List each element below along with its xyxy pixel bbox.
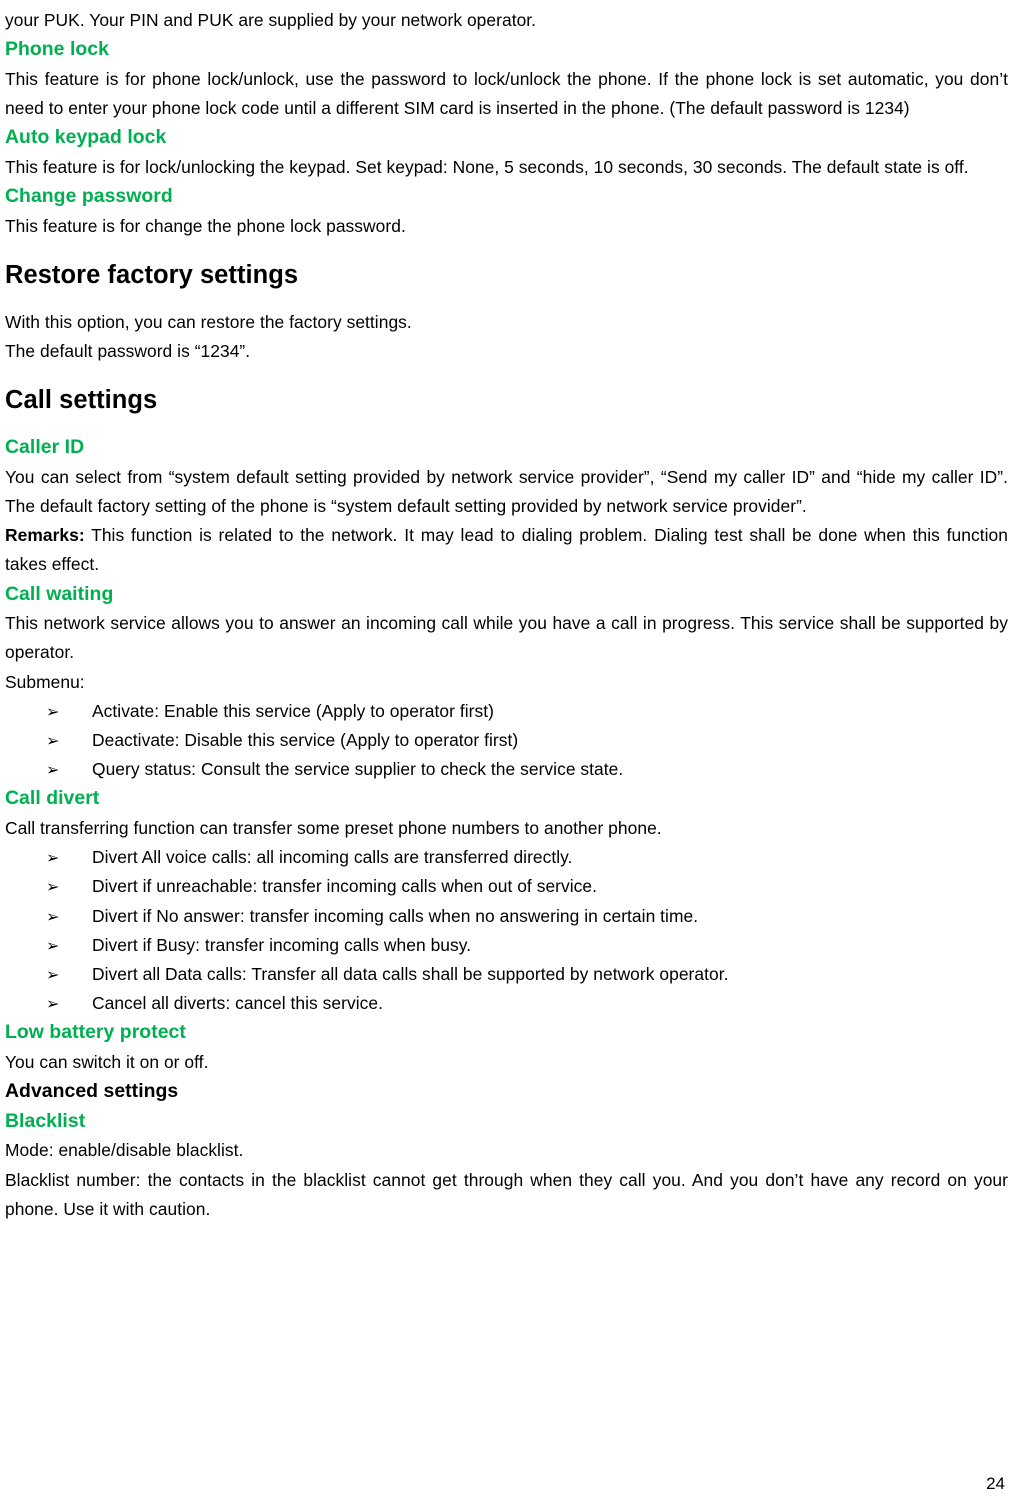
page-content: your PUK. Your PIN and PUK are supplied … <box>5 6 1008 1224</box>
remarks-label: Remarks: <box>5 525 85 546</box>
list-item-label: Divert All voice calls: all incoming cal… <box>92 847 573 868</box>
list-item-label: Deactivate: Disable this service (Apply … <box>92 730 519 751</box>
list-item: ➢ Divert if No answer: transfer incoming… <box>5 902 1008 931</box>
arrow-bullet-icon: ➢ <box>46 848 60 868</box>
arrow-bullet-icon: ➢ <box>46 906 60 926</box>
paragraph-blacklist-number: Blacklist number: the contacts in the bl… <box>5 1169 1008 1219</box>
heading-change-password: Change password <box>5 185 173 207</box>
paragraph-caller-id-remarks: Remarks: This function is related to the… <box>5 521 1008 579</box>
list-item: ➢ Deactivate: Disable this service (Appl… <box>5 726 1008 755</box>
paragraph-caller-id: You can select from “system default sett… <box>5 466 1008 516</box>
list-item: ➢ Query status: Consult the service supp… <box>5 755 1008 784</box>
list-item-label: Activate: Enable this service (Apply to … <box>92 700 494 721</box>
paragraph-restore-factory-1: With this option, you can restore the fa… <box>5 311 412 332</box>
arrow-bullet-icon: ➢ <box>46 965 60 985</box>
paragraph-call-waiting: This network service allows you to answe… <box>5 613 1008 663</box>
list-item-label: Divert if No answer: transfer incoming c… <box>92 905 699 926</box>
arrow-bullet-icon: ➢ <box>46 877 60 897</box>
heading-auto-keypad-lock: Auto keypad lock <box>5 126 167 149</box>
paragraph-change-password: This feature is for change the phone loc… <box>5 215 406 236</box>
paragraph-auto-keypad-lock: This feature is for lock/unlocking the k… <box>5 156 969 177</box>
heading-call-settings: Call settings <box>5 386 158 415</box>
label-call-waiting-submenu: Submenu: <box>5 671 85 692</box>
heading-low-battery-protect: Low battery protect <box>5 1021 186 1044</box>
list-item-label: Divert if Busy: transfer incoming calls … <box>92 934 472 955</box>
list-call-waiting-options: ➢ Activate: Enable this service (Apply t… <box>5 697 1008 785</box>
heading-blacklist: Blacklist <box>5 1109 86 1132</box>
paragraph-phone-lock: This feature is for phone lock/unlock, u… <box>5 68 1008 118</box>
paragraph-call-divert: Call transferring function can transfer … <box>5 818 662 839</box>
intro-continuation-paragraph: your PUK. Your PIN and PUK are supplied … <box>5 10 537 30</box>
list-item: ➢ Divert all Data calls: Transfer all da… <box>5 960 1008 989</box>
heading-phone-lock: Phone lock <box>5 38 109 61</box>
arrow-bullet-icon: ➢ <box>46 935 60 955</box>
list-item: ➢ Divert All voice calls: all incoming c… <box>5 843 1008 872</box>
arrow-bullet-icon: ➢ <box>46 701 60 721</box>
arrow-bullet-icon: ➢ <box>46 994 60 1014</box>
arrow-bullet-icon: ➢ <box>46 731 60 751</box>
list-item: ➢ Divert if unreachable: transfer incomi… <box>5 872 1008 901</box>
list-item: ➢ Activate: Enable this service (Apply t… <box>5 697 1008 726</box>
manual-page: your PUK. Your PIN and PUK are supplied … <box>0 0 1014 1508</box>
heading-call-divert: Call divert <box>5 787 100 810</box>
list-item-label: Divert if unreachable: transfer incoming… <box>92 876 598 897</box>
list-item-label: Cancel all diverts: cancel this service. <box>92 993 383 1014</box>
arrow-bullet-icon: ➢ <box>46 760 60 780</box>
paragraph-blacklist-mode: Mode: enable/disable blacklist. <box>5 1140 244 1161</box>
remarks-text: This function is related to the network.… <box>5 525 1008 575</box>
heading-call-waiting: Call waiting <box>5 582 114 605</box>
paragraph-restore-factory-2: The default password is “1234”. <box>5 341 251 361</box>
list-item-label: Query status: Consult the service suppli… <box>92 759 624 780</box>
paragraph-low-battery-protect: You can switch it on or off. <box>5 1052 209 1073</box>
list-item: ➢ Cancel all diverts: cancel this servic… <box>5 989 1008 1018</box>
list-item: ➢ Divert if Busy: transfer incoming call… <box>5 931 1008 960</box>
list-call-divert-options: ➢ Divert All voice calls: all incoming c… <box>5 843 1008 1018</box>
heading-advanced-settings: Advanced settings <box>5 1080 179 1103</box>
list-item-label: Divert all Data calls: Transfer all data… <box>92 964 729 985</box>
page-number: 24 <box>986 1474 1005 1493</box>
heading-caller-id: Caller ID <box>5 436 85 459</box>
heading-restore-factory-settings: Restore factory settings <box>5 260 299 289</box>
